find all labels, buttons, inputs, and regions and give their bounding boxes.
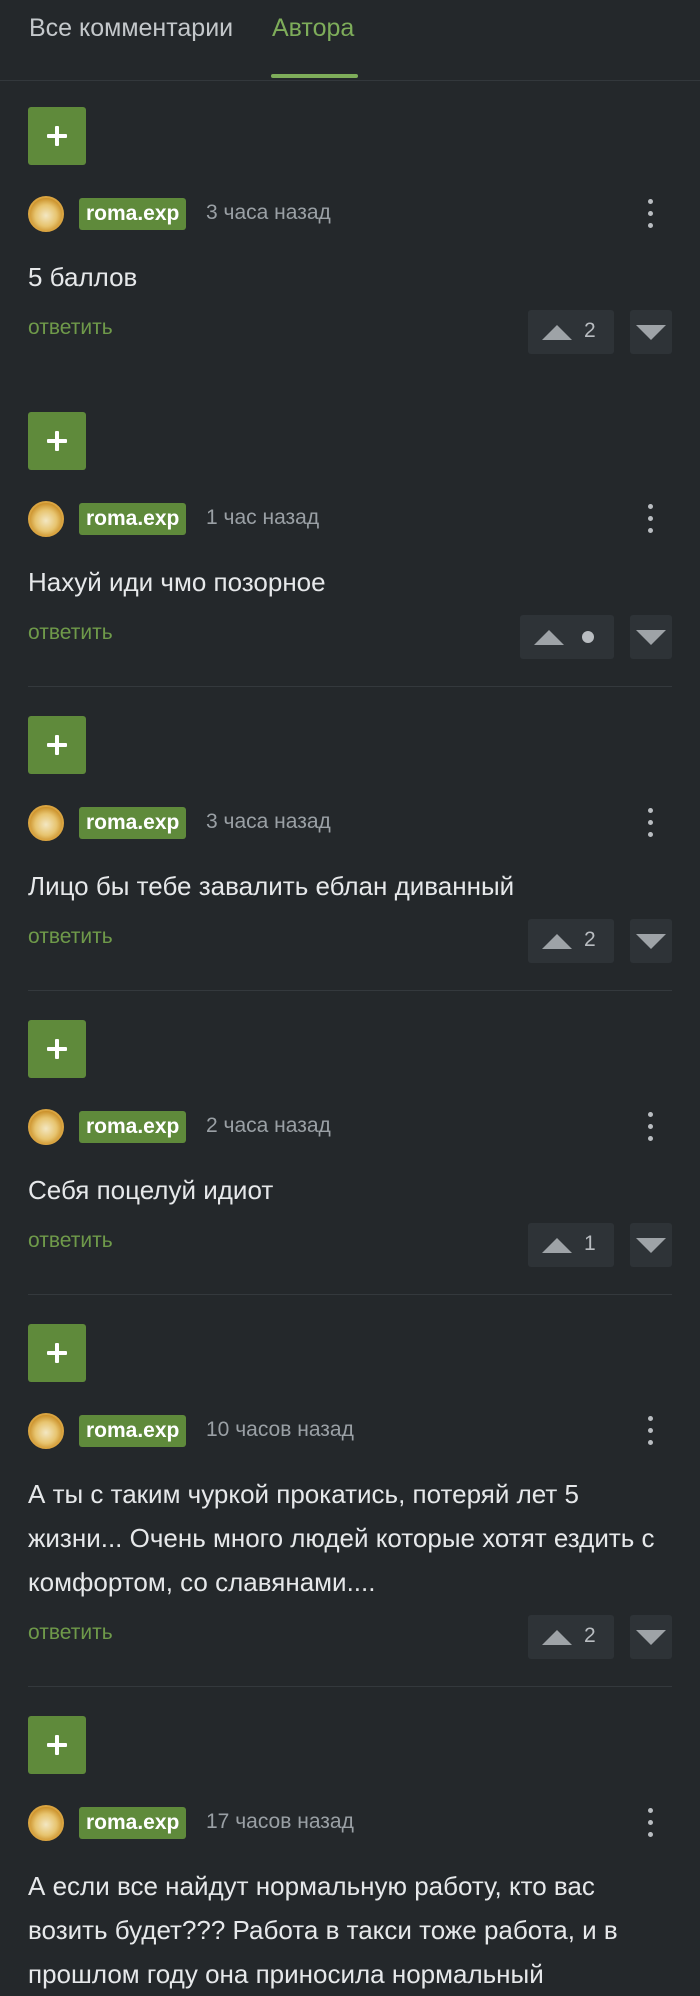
comment-text: Лицо бы тебе завалить еблан диванный — [28, 871, 515, 901]
upvote-button[interactable]: 2 — [528, 310, 614, 354]
vote-count: 1 — [584, 1232, 596, 1255]
comment-header: roma.exp 17 часов назад — [28, 1805, 678, 1845]
comment-tabs: Все комментарии Автора — [0, 0, 700, 81]
active-tab-indicator — [271, 74, 358, 78]
expand-button[interactable] — [28, 1020, 86, 1078]
arrow-up-icon — [542, 1238, 572, 1253]
comment-time: 1 час назад — [206, 506, 320, 529]
downvote-button[interactable] — [630, 1223, 672, 1267]
comment-divider — [28, 686, 672, 687]
reply-link[interactable]: ответить — [28, 621, 113, 645]
arrow-down-icon — [636, 1630, 666, 1645]
comment-divider — [28, 1294, 672, 1295]
avatar[interactable] — [28, 196, 64, 232]
vote-count: 2 — [584, 1624, 596, 1647]
username-badge[interactable]: roma.exp — [79, 1111, 187, 1143]
more-options-icon[interactable] — [645, 502, 657, 536]
more-options-icon[interactable] — [645, 1806, 657, 1840]
reply-link[interactable]: ответить — [28, 925, 113, 949]
username-badge[interactable]: roma.exp — [79, 198, 187, 230]
expand-button[interactable] — [28, 1324, 86, 1382]
reply-link[interactable]: ответить — [28, 1621, 113, 1645]
comment-divider — [28, 1686, 672, 1687]
avatar[interactable] — [28, 1109, 64, 1145]
username-badge[interactable]: roma.exp — [79, 807, 187, 839]
arrow-up-icon — [534, 630, 564, 645]
vote-count: 2 — [584, 319, 596, 342]
arrow-up-icon — [542, 934, 572, 949]
vote-count: 2 — [584, 928, 596, 951]
comment-header: roma.exp 3 часа назад — [28, 805, 678, 845]
reply-link[interactable]: ответить — [28, 1229, 113, 1253]
expand-button[interactable] — [28, 1716, 86, 1774]
comment-divider — [28, 990, 672, 991]
comment-text: 5 баллов — [28, 262, 138, 292]
upvote-button[interactable]: 2 — [528, 1615, 614, 1659]
upvote-button[interactable]: 1 — [528, 1223, 614, 1267]
comment-header: roma.exp 2 часа назад — [28, 1109, 678, 1149]
comment-time: 3 часа назад — [206, 201, 331, 224]
username-badge[interactable]: roma.exp — [79, 1807, 187, 1839]
downvote-button[interactable] — [630, 310, 672, 354]
more-options-icon[interactable] — [645, 806, 657, 840]
comment-header: roma.exp 1 час назад — [28, 501, 678, 541]
tab-author[interactable]: Автора — [272, 14, 354, 43]
reply-link[interactable]: ответить — [28, 316, 113, 340]
username-badge[interactable]: roma.exp — [79, 1415, 187, 1447]
arrow-up-icon — [542, 325, 572, 340]
comment-text: А ты с таким чуркой прокатись, потеряй л… — [28, 1479, 655, 1597]
arrow-down-icon — [636, 630, 666, 645]
expand-button[interactable] — [28, 107, 86, 165]
arrow-down-icon — [636, 934, 666, 949]
comment-time: 17 часов назад — [206, 1810, 354, 1833]
vote-hidden-dot-icon — [582, 631, 594, 643]
downvote-button[interactable] — [630, 1615, 672, 1659]
avatar[interactable] — [28, 1413, 64, 1449]
avatar[interactable] — [28, 805, 64, 841]
downvote-button[interactable] — [630, 615, 672, 659]
upvote-button[interactable] — [520, 615, 614, 659]
more-options-icon[interactable] — [645, 1110, 657, 1144]
more-options-icon[interactable] — [645, 197, 657, 231]
comment-time: 3 часа назад — [206, 810, 331, 833]
arrow-down-icon — [636, 325, 666, 340]
upvote-button[interactable]: 2 — [528, 919, 614, 963]
arrow-up-icon — [542, 1630, 572, 1645]
expand-button[interactable] — [28, 716, 86, 774]
comment-header: roma.exp 3 часа назад — [28, 196, 678, 236]
comment-header: roma.exp 10 часов назад — [28, 1413, 678, 1453]
downvote-button[interactable] — [630, 919, 672, 963]
avatar[interactable] — [28, 1805, 64, 1841]
arrow-down-icon — [636, 1238, 666, 1253]
username-badge[interactable]: roma.exp — [79, 503, 187, 535]
comment-text: А если все найдут нормальную работу, кто… — [28, 1871, 618, 1989]
avatar[interactable] — [28, 501, 64, 537]
expand-button[interactable] — [28, 412, 86, 470]
more-options-icon[interactable] — [645, 1414, 657, 1448]
comment-text: Себя поцелуй идиот — [28, 1175, 274, 1205]
comment-text: Нахуй иди чмо позорное — [28, 567, 326, 597]
tab-all-comments[interactable]: Все комментарии — [29, 14, 233, 43]
comment-time: 10 часов назад — [206, 1418, 354, 1441]
comment-time: 2 часа назад — [206, 1114, 331, 1137]
